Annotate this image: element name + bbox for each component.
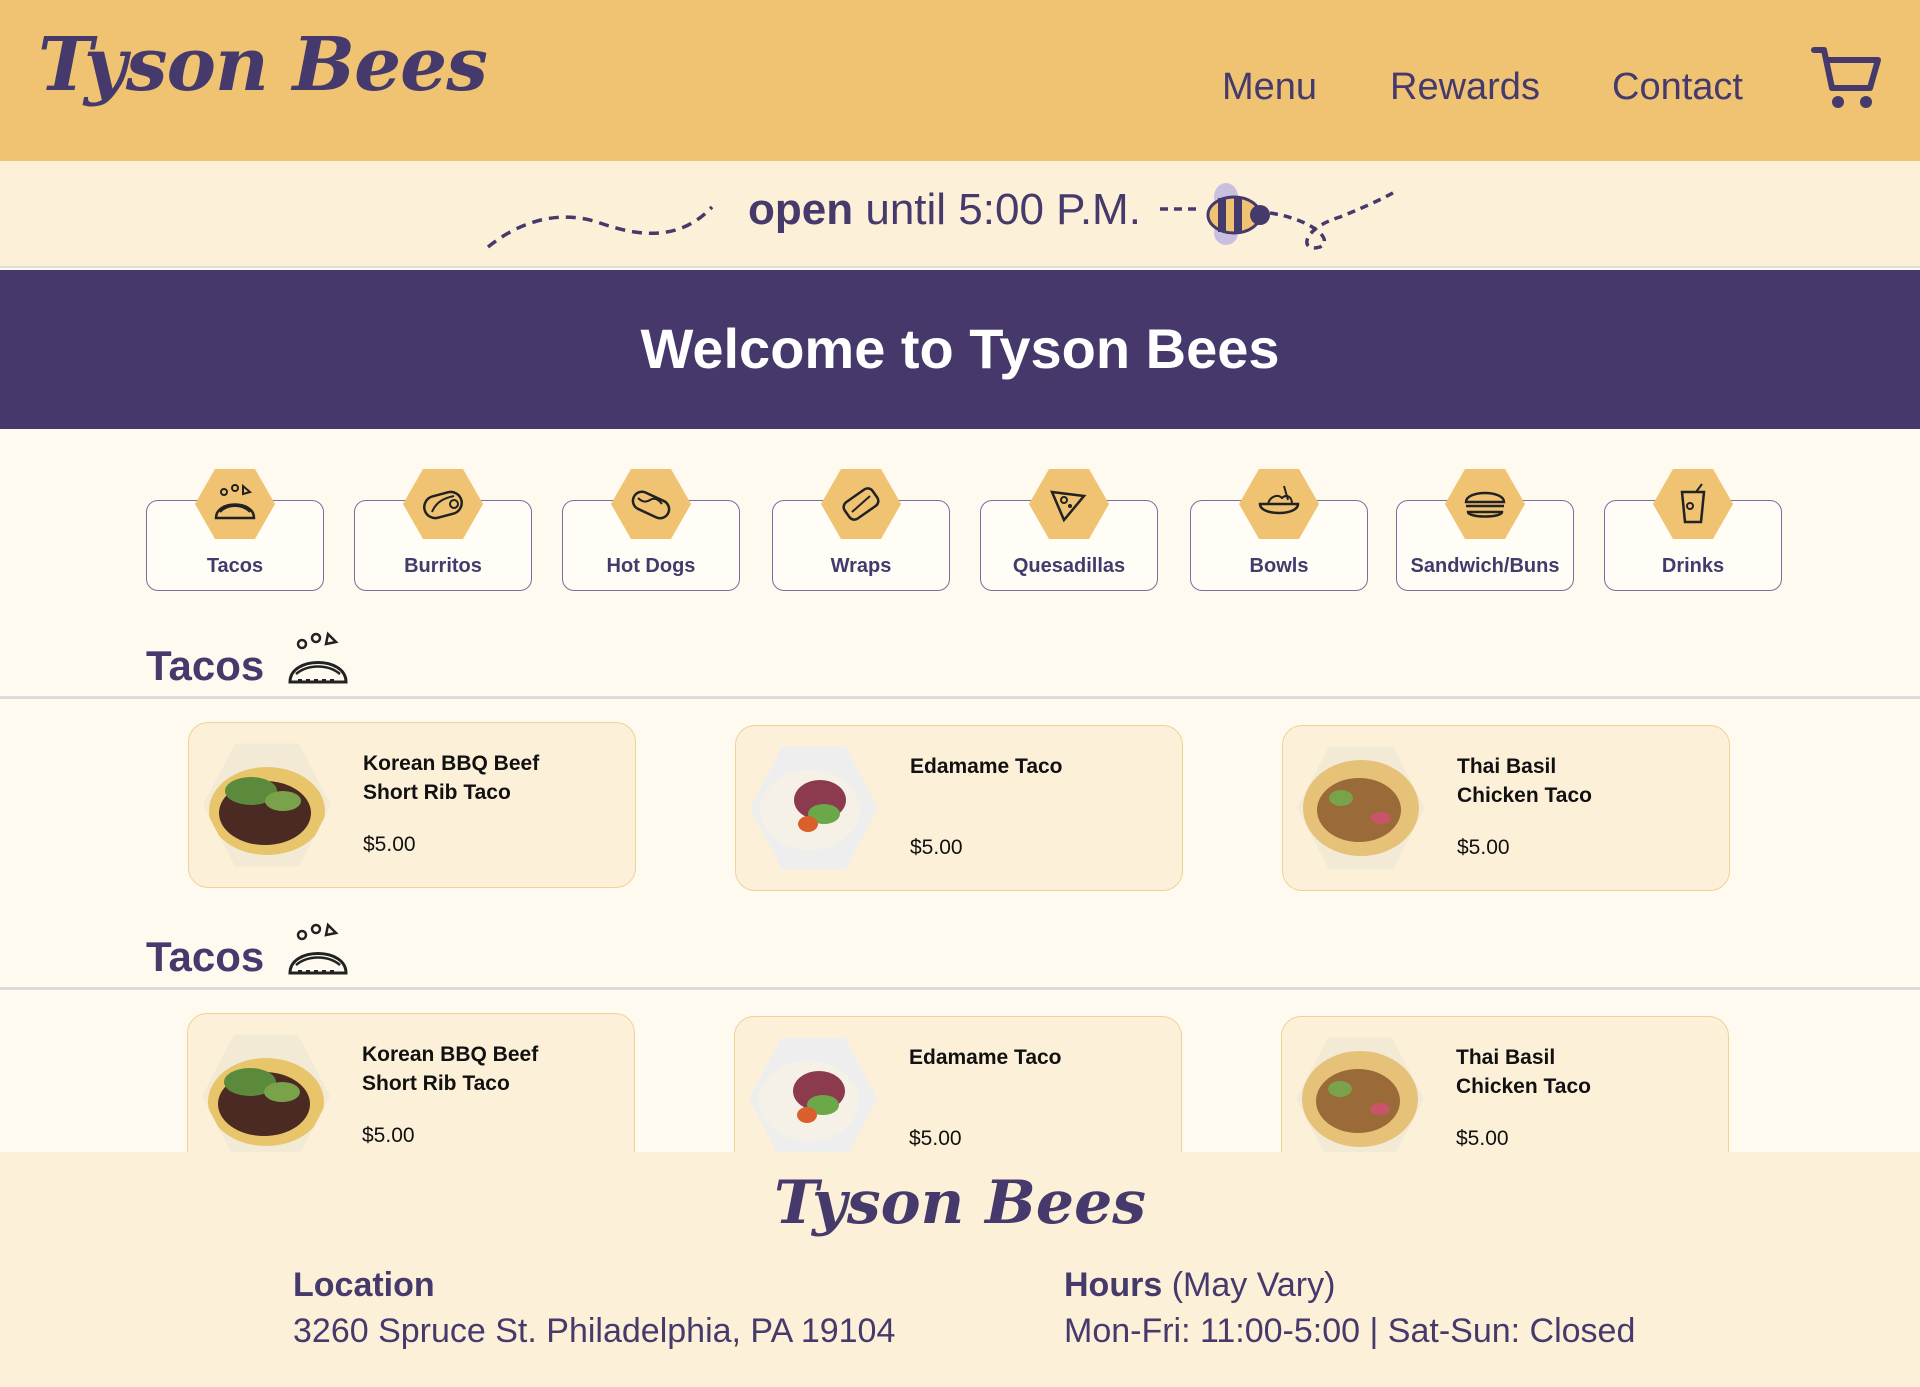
category-label: Bowls: [1249, 555, 1309, 577]
section-divider: [0, 987, 1920, 990]
food-photo: [1296, 1035, 1424, 1163]
item-name: Thai Basil Chicken Taco: [1456, 1046, 1591, 1098]
location-heading: Location: [293, 1266, 435, 1304]
open-status-strip: open until 5:00 P.M.: [0, 161, 1920, 268]
category-wraps[interactable]: Wraps: [772, 469, 950, 591]
open-status-text: open until 5:00 P.M.: [748, 185, 1141, 235]
category-label: Hot Dogs: [606, 555, 696, 577]
category-quesadillas[interactable]: Quesadillas: [980, 469, 1158, 591]
menu-item-card[interactable]: Edamame Taco $5.00: [735, 725, 1183, 891]
site-header: Tyson Bees Menu Rewards Contact: [0, 0, 1920, 161]
footer-logo[interactable]: Tyson Bees: [0, 1168, 1920, 1238]
item-price: $5.00: [1457, 836, 1510, 859]
category-label: Sandwich/Buns: [1410, 555, 1560, 577]
hours-heading: Hours (May Vary): [1064, 1266, 1336, 1304]
menu-item-card[interactable]: Thai Basil Chicken Taco $5.00: [1282, 725, 1730, 891]
nav-contact-link[interactable]: Contact: [1612, 66, 1743, 109]
welcome-banner: Welcome to Tyson Bees: [0, 270, 1920, 429]
quesadilla-icon: [1029, 469, 1109, 539]
category-label: Wraps: [830, 555, 892, 577]
category-hot-dogs[interactable]: Hot Dogs: [562, 469, 740, 591]
menu-item-card[interactable]: Korean BBQ Beef Short Rib Taco $5.00: [188, 722, 636, 888]
open-word: open: [748, 185, 854, 234]
item-price: $5.00: [363, 833, 416, 856]
sandwich-icon: [1445, 469, 1525, 539]
location-address: 3260 Spruce St. Philadelphia, PA 19104: [293, 1312, 896, 1350]
food-photo: [749, 1035, 877, 1163]
item-name: Korean BBQ Beef Short Rib Taco: [363, 752, 540, 804]
category-drinks[interactable]: Drinks: [1604, 469, 1782, 591]
taco-icon: [288, 922, 348, 975]
item-name: Korean BBQ Beef Short Rib Taco: [362, 1043, 539, 1095]
category-label: Quesadillas: [1012, 555, 1126, 577]
category-label: Drinks: [1661, 555, 1725, 577]
item-price: $5.00: [362, 1124, 415, 1147]
item-price: $5.00: [1456, 1127, 1509, 1150]
site-footer: Tyson Bees Location 3260 Spruce St. Phil…: [0, 1152, 1920, 1387]
hot-dog-icon: [611, 469, 691, 539]
burrito-icon: [403, 469, 483, 539]
wrap-icon: [821, 469, 901, 539]
food-photo: [1297, 744, 1425, 872]
category-tacos[interactable]: Tacos: [146, 469, 324, 591]
food-photo: [750, 744, 878, 872]
item-name: Edamame Taco: [910, 755, 1063, 778]
cart-icon[interactable]: [1810, 42, 1884, 116]
category-burritos[interactable]: Burritos: [354, 469, 532, 591]
taco-icon: [195, 469, 275, 539]
brand-logo[interactable]: Tyson Bees: [38, 22, 488, 108]
section-title: Tacos: [146, 933, 265, 980]
category-label: Tacos: [206, 555, 264, 577]
nav-rewards-link[interactable]: Rewards: [1390, 66, 1540, 109]
category-sandwich-buns[interactable]: Sandwich/Buns: [1396, 469, 1574, 591]
item-price: $5.00: [909, 1127, 962, 1150]
item-price: $5.00: [910, 836, 963, 859]
drink-icon: [1653, 469, 1733, 539]
open-until-text: until 5:00 P.M.: [865, 185, 1141, 234]
bowl-icon: [1239, 469, 1319, 539]
hours-value: Mon-Fri: 11:00-5:00 | Sat-Sun: Closed: [1064, 1312, 1636, 1350]
item-name: Edamame Taco: [909, 1046, 1062, 1069]
section-divider: [0, 696, 1920, 699]
section-title: Tacos: [146, 642, 265, 689]
taco-icon: [288, 631, 348, 684]
food-photo: [202, 1032, 330, 1160]
food-photo: [203, 741, 331, 869]
category-label: Burritos: [404, 555, 482, 577]
welcome-heading: Welcome to Tyson Bees: [640, 317, 1280, 380]
item-name: Thai Basil Chicken Taco: [1457, 755, 1592, 807]
bee-icon: [1206, 183, 1270, 245]
category-bowls[interactable]: Bowls: [1190, 469, 1368, 591]
nav-menu-link[interactable]: Menu: [1222, 66, 1317, 109]
